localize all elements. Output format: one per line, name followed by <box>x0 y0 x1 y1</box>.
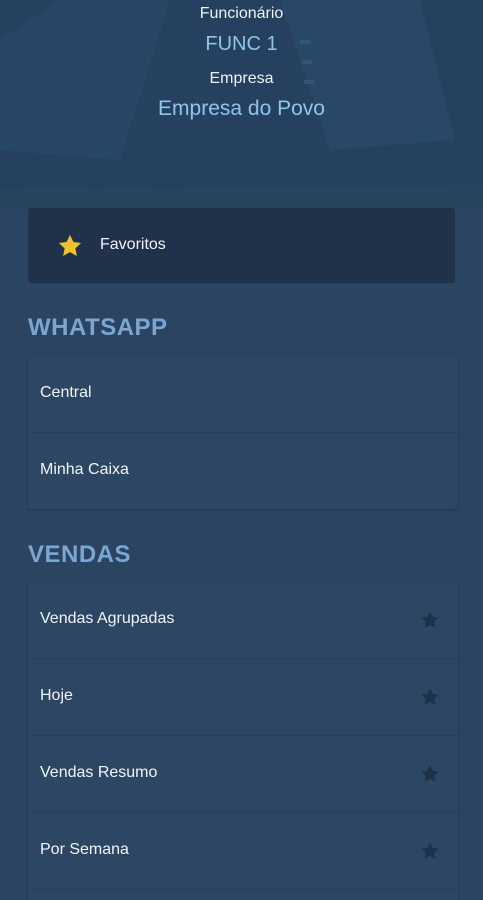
employee-label: Funcionário <box>199 5 284 22</box>
menu-item-minha-caixa[interactable]: Minha Caixa <box>28 433 458 510</box>
menu-item-label: Central <box>40 384 92 401</box>
menu-item-por-semana[interactable]: Por Semana <box>28 813 458 890</box>
profile-header: Funcionário FUNC 1 Empresa Empresa do Po… <box>0 0 483 208</box>
section-title-whatsapp: WHATSAPP <box>28 314 168 341</box>
menu-item-label: Por Semana <box>40 841 129 858</box>
star-icon[interactable] <box>419 763 441 785</box>
star-icon[interactable] <box>419 609 441 631</box>
star-icon[interactable] <box>419 686 441 708</box>
menu-item-label: Vendas Agrupadas <box>40 610 175 627</box>
menu-item-central[interactable]: Central <box>28 356 458 433</box>
menu-item-hoje[interactable]: Hoje <box>28 659 458 736</box>
favorites-item[interactable] <box>28 208 455 283</box>
menu-item-label: Minha Caixa <box>40 461 129 478</box>
vendas-menu-card: Vendas Agrupadas Hoje Vendas Resumo Por … <box>28 582 458 900</box>
menu-item-label: Vendas Resumo <box>40 764 158 781</box>
menu-item-vendas-agrupadas[interactable]: Vendas Agrupadas <box>28 582 458 659</box>
company-label: Empresa <box>209 70 274 87</box>
employee-name: FUNC 1 <box>205 33 278 55</box>
star-icon <box>58 234 82 257</box>
whatsapp-menu-card: Central Minha Caixa <box>28 356 458 509</box>
section-title-vendas: VENDAS <box>28 541 132 568</box>
company-name: Empresa do Povo <box>158 97 325 120</box>
menu-item-vendas-resumo[interactable]: Vendas Resumo <box>28 736 458 813</box>
favorites-label: Favoritos <box>100 236 166 253</box>
star-icon[interactable] <box>419 840 441 862</box>
menu-item-label: Hoje <box>40 687 73 704</box>
